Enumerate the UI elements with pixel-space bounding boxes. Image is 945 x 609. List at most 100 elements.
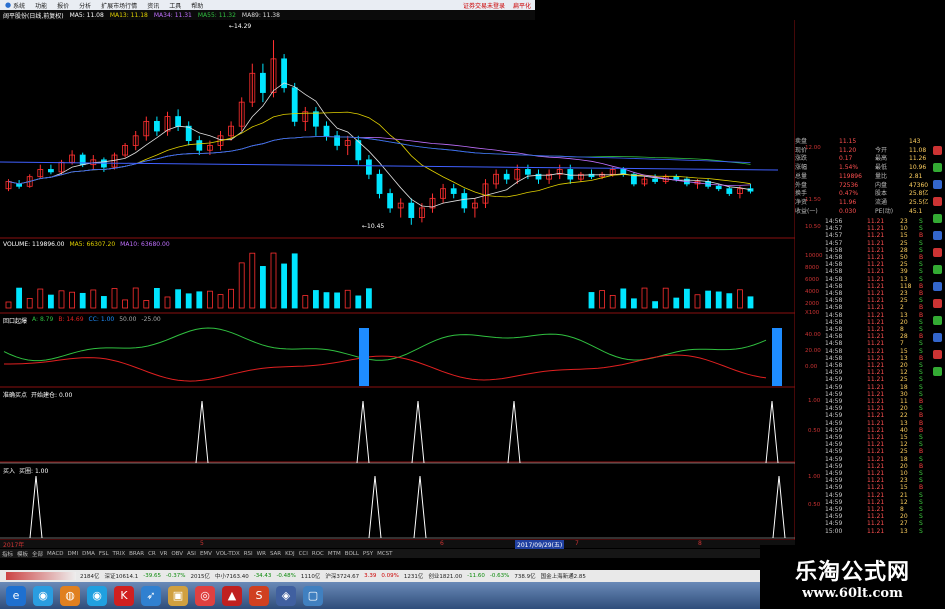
quote-v1: 11.96	[839, 198, 857, 206]
volume-ma5: MA5: 66307.20	[69, 241, 116, 248]
menu-item-system[interactable]: ● 系统	[0, 1, 30, 10]
status-item: 3.39	[364, 573, 377, 579]
side-tool-icon[interactable]	[933, 333, 942, 342]
indicator-tab[interactable]: PSY	[363, 551, 373, 557]
volume-title: VOLUME: 119896.00	[3, 241, 65, 248]
indicator-tab[interactable]: VR	[160, 551, 168, 557]
s-icon[interactable]: S	[249, 585, 269, 606]
volume-bar	[175, 289, 182, 309]
chart-area[interactable]	[0, 0, 795, 545]
volume-bar	[588, 292, 595, 309]
indicator-tab[interactable]: MACD	[47, 551, 64, 557]
indicator-tab[interactable]: BRAR	[129, 551, 144, 557]
menu-item-info[interactable]: 资讯	[142, 1, 164, 10]
indicator-tab[interactable]: WR	[257, 551, 266, 557]
watermark-title: 乐淘公式网	[794, 558, 910, 585]
side-tool-icon[interactable]	[933, 197, 942, 206]
side-tool-icon[interactable]	[933, 265, 942, 274]
menu-item-help[interactable]: 帮助	[186, 1, 208, 10]
volume-bar	[631, 298, 637, 309]
ie-icon[interactable]: e	[6, 585, 26, 606]
oscillator-header: 回口起爆 A: 8.79 B: 14.69 CC: 1.00 50.00 -25…	[3, 316, 161, 325]
quote-v1: 11.20	[839, 146, 857, 154]
ball-icon[interactable]: ◉	[33, 585, 53, 606]
quote-row: 外盘 72536 内盘 47360	[795, 182, 945, 191]
quote-panel: 卖盘 11.15 143 现价 11.20 今开 11.08 涨跌 0.17 最高 11.26 涨幅 1…	[795, 138, 945, 545]
indicator-tab[interactable]: 全部	[32, 550, 43, 558]
chrome-icon[interactable]: ◎	[195, 585, 215, 606]
indicator-tab[interactable]: OBV	[171, 551, 183, 557]
quote-l2: 内盘	[875, 181, 888, 189]
app-icon[interactable]: ▢	[303, 585, 323, 606]
status-item: 0.09%	[381, 573, 399, 579]
menu-item-tools[interactable]: 工具	[164, 1, 186, 10]
indicator-tab[interactable]: TRIX	[113, 551, 126, 557]
menu-item-function[interactable]: 功能	[30, 1, 52, 10]
ma55-value: MA55: 11.32	[197, 11, 236, 19]
volume-bar	[715, 291, 722, 309]
wing-icon[interactable]: ➶	[141, 585, 161, 606]
quote-row: 净资 11.96 流通 25.5亿	[795, 199, 945, 208]
quote-v2: 45.1	[909, 207, 923, 215]
stock-title: 阔平股份(日线,前复权)	[3, 12, 64, 20]
indicator-tab[interactable]: MTM	[328, 551, 341, 557]
indicator-tab[interactable]: FSL	[99, 551, 109, 557]
quote-l2: 量比	[875, 172, 888, 180]
quote-l1: 总量	[795, 172, 808, 180]
quote-v2: 10.96	[909, 164, 927, 172]
menu-item-quote[interactable]: 报价	[52, 1, 74, 10]
indicator-tab[interactable]: SAR	[270, 551, 281, 557]
side-tool-icon[interactable]	[933, 350, 942, 359]
quote-v2: 11.26	[909, 155, 927, 163]
ma34-value: MA34: 11.31	[153, 11, 192, 19]
indicator-tab[interactable]: DMI	[68, 551, 79, 557]
side-tool-icon[interactable]	[933, 163, 942, 172]
side-tool-icon[interactable]	[933, 282, 942, 291]
quote-l2: 流通	[875, 198, 888, 206]
indicator-tab[interactable]: CCI	[299, 551, 308, 557]
indicator-tab[interactable]: VOL-TDX	[216, 551, 240, 557]
stock-info-bar: 阔平股份(日线,前复权) MA5: 11.08 MA13: 11.18 MA34…	[0, 10, 535, 20]
candle-body	[567, 169, 574, 180]
menu-item-analysis[interactable]: 分析	[74, 1, 96, 10]
folder-icon[interactable]: ▣	[168, 585, 188, 606]
orange-icon[interactable]: ◍	[60, 585, 80, 606]
indicator-tab[interactable]: DMA	[82, 551, 95, 557]
side-tool-icon[interactable]	[933, 367, 942, 376]
candle-body	[196, 140, 203, 151]
side-tool-icon[interactable]	[933, 231, 942, 240]
indicator-tab[interactable]: MCST	[377, 551, 392, 557]
flat-style-link[interactable]: 扁平化	[513, 1, 531, 10]
side-tool-icon[interactable]	[933, 248, 942, 257]
ball2-icon[interactable]: ◉	[87, 585, 107, 606]
volume-bar	[334, 292, 341, 309]
db-icon[interactable]: ◈	[276, 585, 296, 606]
pdf-icon[interactable]: ▲	[222, 585, 242, 606]
oscillator-title: 回口起爆	[3, 318, 28, 325]
side-tool-icon[interactable]	[933, 299, 942, 308]
side-toolbar	[930, 138, 945, 538]
k-icon[interactable]: K	[114, 585, 134, 606]
indicator-tab[interactable]: BOLL	[345, 551, 359, 557]
time-label: 8	[698, 540, 702, 547]
signal1-title: 准确买点	[3, 392, 28, 399]
indicator-tab[interactable]: KDJ	[285, 551, 294, 557]
side-tool-icon[interactable]	[933, 214, 942, 223]
indicator-tab[interactable]: RSI	[244, 551, 253, 557]
volume-bar	[747, 296, 754, 309]
side-tool-icon[interactable]	[933, 316, 942, 325]
indicator-tab[interactable]: 模板	[17, 550, 28, 558]
osc-value-a: A: 8.79	[32, 316, 54, 323]
quote-row: 卖盘 11.15 143	[795, 138, 945, 147]
trade-login-link[interactable]: 证券交易未登录	[463, 1, 505, 10]
indicator-tab[interactable]: 指标	[2, 550, 13, 558]
indicator-tab[interactable]: EMV	[200, 551, 212, 557]
side-tool-icon[interactable]	[933, 180, 942, 189]
indicator-tab[interactable]: ROC	[312, 551, 324, 557]
time-axis: 2017年 5 6 2017/09/29(五) 7 8	[0, 540, 795, 549]
side-tool-icon[interactable]	[933, 146, 942, 155]
menu-item-extended[interactable]: 扩展市场行情	[96, 1, 142, 10]
volume-bar	[673, 297, 680, 309]
indicator-tab[interactable]: CR	[148, 551, 156, 557]
indicator-tab[interactable]: ASI	[187, 551, 196, 557]
